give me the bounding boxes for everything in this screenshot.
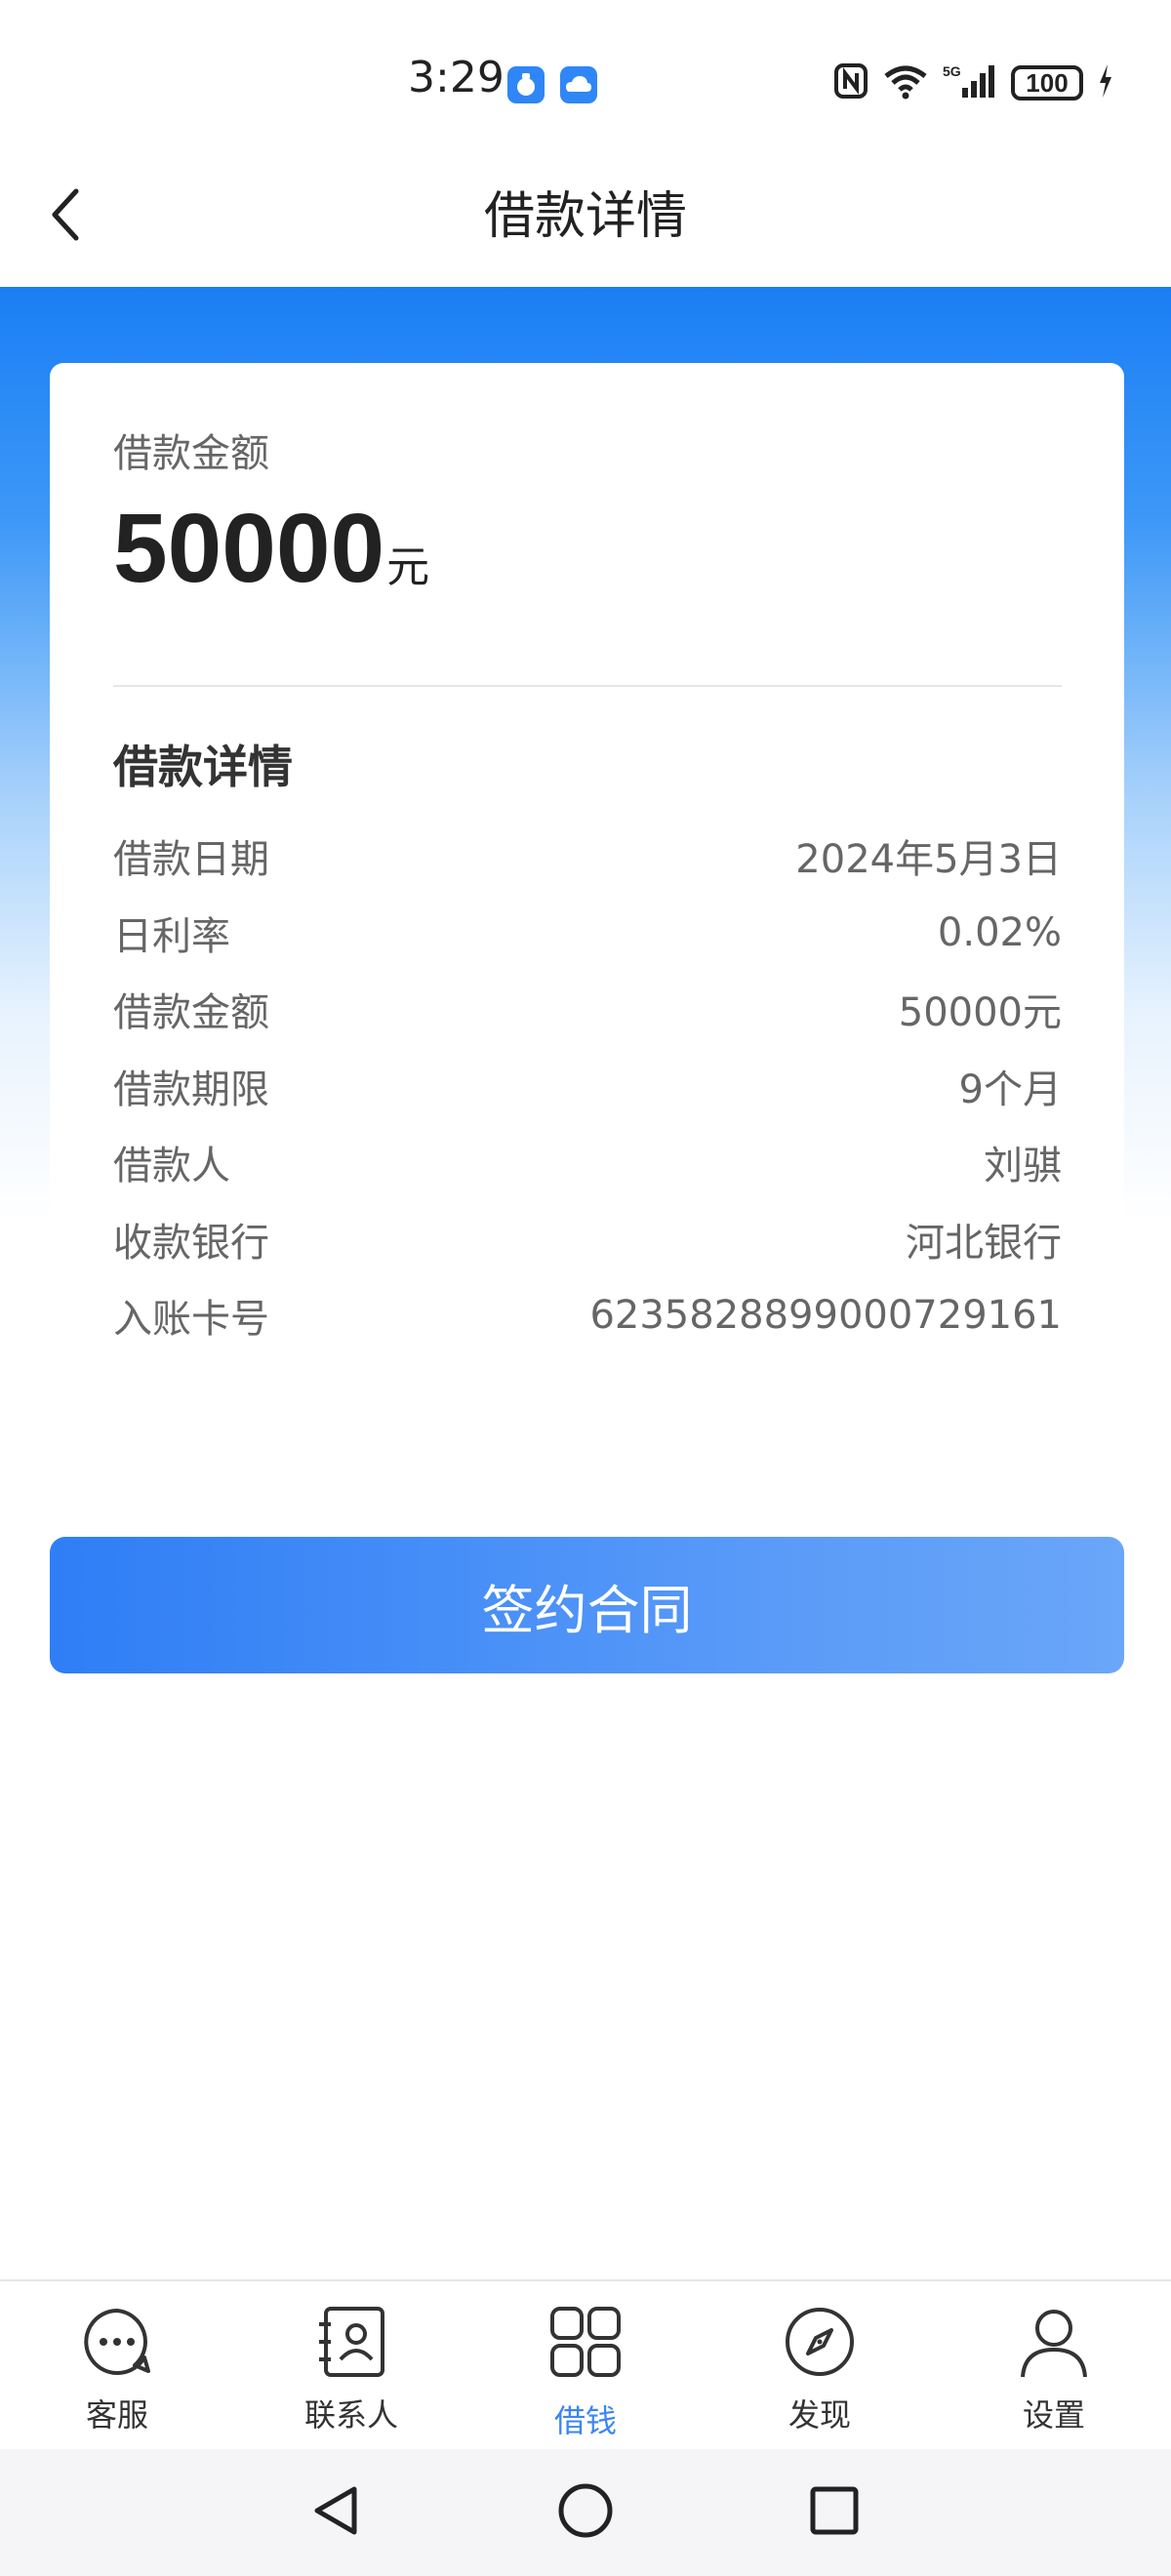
svg-text:5G: 5G: [943, 63, 961, 79]
amount-display: 50000 元: [113, 500, 429, 597]
bottom-nav: 客服 联系人 借钱 发现 设置: [0, 2279, 1171, 2449]
loan-card: 借款金额 50000 元 借款详情 借款日期 2024年5月3日 日利率 0.0…: [50, 363, 1124, 1378]
details-list: 借款日期 2024年5月3日 日利率 0.02% 借款金额 50000元 借款期…: [113, 818, 1062, 1354]
nav-item-discover[interactable]: 发现: [703, 2281, 937, 2449]
nav-label: 联系人: [303, 2396, 398, 2434]
triangle-back-icon: [307, 2481, 366, 2544]
details-title: 借款详情: [113, 741, 293, 793]
system-nav-bar: [0, 2449, 1171, 2576]
detail-value: 刘骐: [984, 1144, 1062, 1189]
nav-item-settings[interactable]: 设置: [937, 2281, 1171, 2449]
system-back-button[interactable]: [298, 2474, 376, 2552]
page-title: 借款详情: [483, 187, 687, 246]
detail-value: 2024年5月3日: [795, 837, 1062, 883]
contact-book-icon: [310, 2301, 392, 2383]
nav-label: 借钱: [553, 2402, 617, 2439]
system-recents-button[interactable]: [795, 2474, 873, 2552]
battery-indicator: 100: [1011, 65, 1083, 101]
detail-label: 借款人: [113, 1144, 230, 1189]
detail-value: 9个月: [958, 1067, 1062, 1112]
card-divider: [113, 685, 1062, 687]
nav-label: 发现: [787, 2396, 851, 2434]
detail-row-daily-rate: 日利率 0.02%: [113, 895, 1062, 972]
status-bar: 3:29 5G 100: [0, 0, 1171, 146]
detail-row-bank: 收款银行 河北银行: [113, 1201, 1062, 1278]
nav-item-borrow[interactable]: 借钱: [468, 2281, 703, 2449]
amount-label: 借款金额: [113, 431, 269, 476]
detail-label: 收款银行: [113, 1220, 269, 1266]
detail-value: 50000元: [898, 990, 1062, 1036]
back-button[interactable]: [29, 180, 103, 254]
nav-label: 设置: [1022, 2396, 1085, 2434]
back-arrow-icon: [47, 185, 86, 248]
nav-label: 客服: [85, 2396, 148, 2434]
grid-icon: [545, 2301, 626, 2383]
detail-row-amount: 借款金额 50000元: [113, 971, 1062, 1048]
amount-value: 50000: [113, 494, 385, 603]
money-bag-app-icon: [507, 66, 545, 103]
nfc-icon: [833, 62, 868, 103]
detail-value: 河北银行: [906, 1220, 1062, 1266]
person-icon: [1013, 2301, 1095, 2383]
system-home-button[interactable]: [546, 2474, 625, 2552]
compass-icon: [779, 2301, 861, 2383]
detail-label: 入账卡号: [113, 1297, 269, 1343]
square-recents-icon: [805, 2481, 864, 2544]
signal-5g-icon: 5G: [943, 62, 997, 103]
detail-row-date: 借款日期 2024年5月3日: [113, 818, 1062, 895]
app-header: 借款详情: [0, 146, 1171, 287]
chat-bubble-icon: [76, 2301, 158, 2383]
wifi-icon: [882, 62, 929, 103]
detail-label: 日利率: [113, 913, 230, 959]
status-time: 3:29: [408, 53, 505, 102]
amount-unit: 元: [386, 543, 430, 592]
charging-icon: [1097, 62, 1114, 103]
detail-label: 借款日期: [113, 837, 269, 883]
cloud-app-icon: [560, 66, 597, 103]
sign-contract-button[interactable]: 签约合同: [50, 1537, 1124, 1673]
circle-home-icon: [556, 2481, 615, 2544]
detail-label: 借款金额: [113, 990, 269, 1036]
detail-row-card-number: 入账卡号 6235828899000729161: [113, 1277, 1062, 1354]
status-indicators: 5G 100: [833, 62, 1114, 103]
detail-row-borrower: 借款人 刘骐: [113, 1124, 1062, 1201]
detail-label: 借款期限: [113, 1067, 269, 1112]
detail-value: 6235828899000729161: [589, 1293, 1062, 1339]
nav-item-customer-service[interactable]: 客服: [0, 2281, 234, 2449]
detail-row-term: 借款期限 9个月: [113, 1048, 1062, 1125]
nav-item-contacts[interactable]: 联系人: [234, 2281, 468, 2449]
detail-value: 0.02%: [937, 909, 1062, 955]
